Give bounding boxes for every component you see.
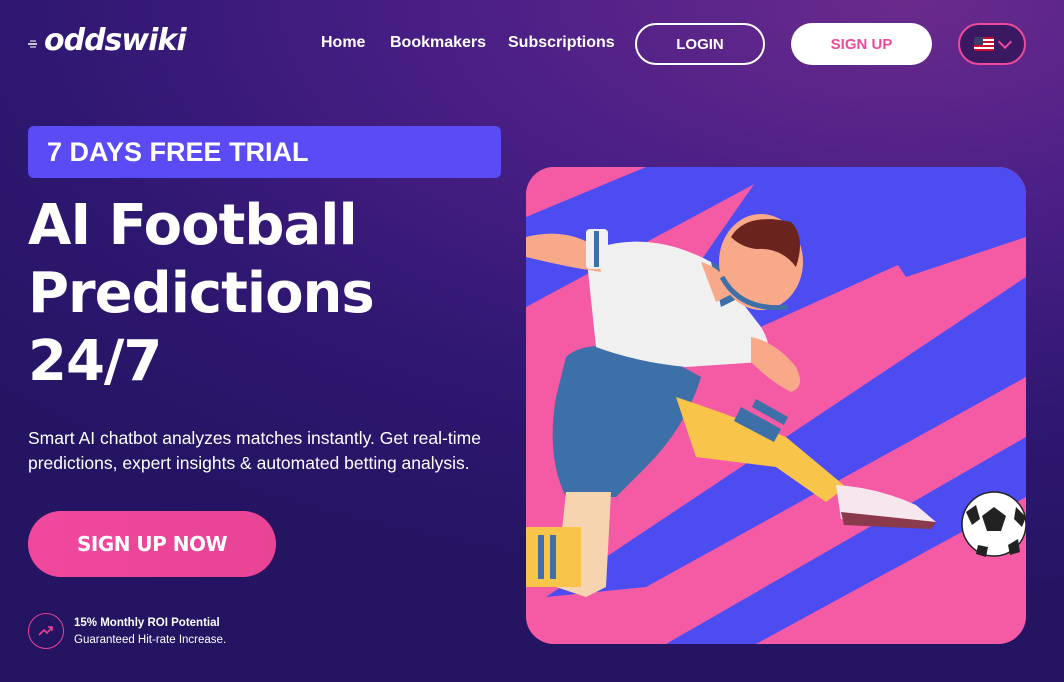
nav-link-home[interactable]: Home xyxy=(321,34,365,52)
trending-up-icon xyxy=(28,613,64,649)
chevron-down-icon xyxy=(997,34,1013,50)
headline-line-3: 24/7 xyxy=(28,329,162,394)
roi-title: 15% Monthly ROI Potential xyxy=(74,616,220,629)
football-player-illustration xyxy=(526,167,1026,644)
language-selector[interactable] xyxy=(958,23,1026,65)
us-flag-icon xyxy=(974,37,994,51)
headline-line-1: AI Football xyxy=(28,193,358,258)
hero-illustration xyxy=(526,167,1026,644)
roi-feature: 15% Monthly ROI Potential Guaranteed Hit… xyxy=(28,613,226,649)
free-trial-badge: 7 DAYS FREE TRIAL xyxy=(28,126,501,178)
roi-subtitle: Guaranteed Hit-rate Increase. xyxy=(74,633,227,646)
signup-now-button[interactable]: SIGN UP NOW xyxy=(28,511,276,577)
hero-headline: AI Football Predictions 24/7 xyxy=(28,192,508,396)
login-button[interactable]: LOGIN xyxy=(635,23,765,65)
nav-link-subscriptions[interactable]: Subscriptions xyxy=(508,34,615,52)
signup-button[interactable]: SIGN UP xyxy=(791,23,932,65)
nav-link-bookmakers[interactable]: Bookmakers xyxy=(390,34,486,52)
headline-line-2: Predictions xyxy=(28,261,375,326)
hero-subtext: Smart AI chatbot analyzes matches instan… xyxy=(28,428,481,473)
